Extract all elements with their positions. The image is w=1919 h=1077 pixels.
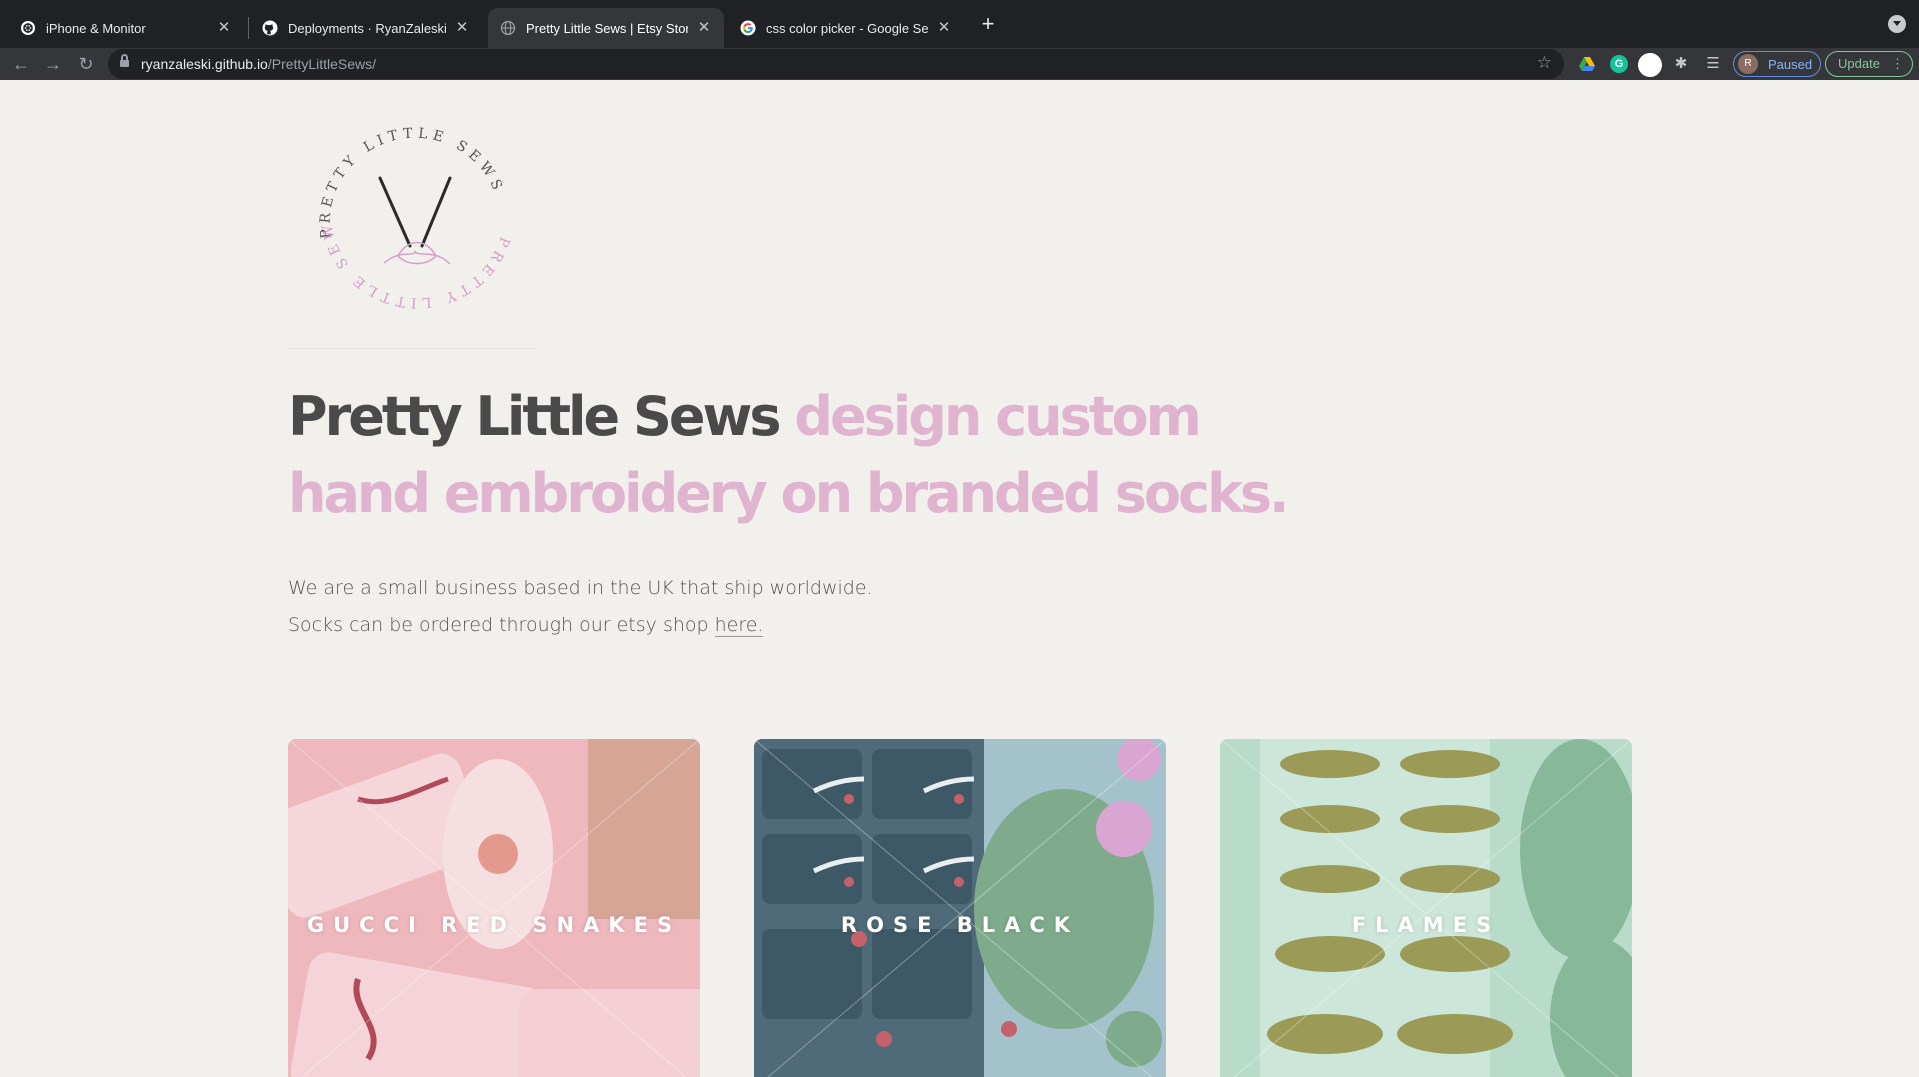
product-card-rose-black[interactable]: ROSE BLACK — [754, 739, 1166, 1077]
product-card-gucci-red-snakes[interactable]: GUCCI RED SNAKES — [288, 739, 700, 1077]
close-icon[interactable]: ✕ — [696, 20, 712, 36]
close-icon[interactable]: ✕ — [216, 20, 232, 36]
more-menu-icon[interactable]: ⋮ — [1891, 52, 1904, 76]
svg-text:PRETTY LITTLE SEWS: PRETTY LITTLE SEWS — [317, 125, 507, 239]
address-bar[interactable]: ryanzaleski.github.io/PrettyLittleSews/ … — [108, 49, 1564, 79]
chatgpt-icon — [20, 20, 36, 36]
intro-text: We are a small business based in the UK … — [288, 570, 1188, 644]
extension-circle-icon[interactable] — [1638, 53, 1662, 77]
knitting-needle-right — [420, 176, 452, 248]
tab-css-color-picker[interactable]: css color picker - Google Search ✕ — [728, 8, 964, 48]
extensions-puzzle-icon[interactable]: ✱ — [1672, 55, 1690, 73]
divider — [288, 348, 538, 349]
globe-icon — [500, 20, 516, 36]
url-text[interactable]: ryanzaleski.github.io/PrettyLittleSews/ — [141, 56, 376, 72]
tab-title: Deployments · RyanZaleski/PrettyLittleSe… — [288, 20, 446, 36]
product-card-flames[interactable]: FLAMES — [1220, 739, 1632, 1077]
lock-icon — [120, 54, 129, 69]
profile-button[interactable]: R Paused — [1733, 51, 1821, 77]
brand-logo: PRETTY LITTLE SEWS PRETTY LITTLE SEWS — [291, 96, 532, 342]
tab-separator — [248, 17, 249, 39]
thread-curve — [383, 250, 451, 265]
logo-text-top: PRETTY LITTLE SEWS — [317, 125, 502, 239]
intro-line-2-text: Socks can be ordered through our etsy sh… — [288, 614, 715, 636]
profile-status: Paused — [1768, 56, 1813, 72]
tab-deployments[interactable]: Deployments · RyanZaleski/PrettyLittleSe… — [250, 8, 482, 48]
sock-photo-image — [288, 739, 700, 1077]
browser-tab-strip: iPhone & Monitor ✕ Deployments · RyanZal… — [0, 0, 1919, 48]
github-icon — [262, 20, 278, 36]
back-icon[interactable]: ← — [9, 52, 33, 76]
card-title: GUCCI RED SNAKES — [306, 913, 682, 937]
close-icon[interactable]: ✕ — [936, 20, 952, 36]
tab-title: css color picker - Google Search — [766, 20, 928, 36]
etsy-shop-link[interactable]: here. — [714, 614, 764, 637]
web-page: PRETTY LITTLE SEWS PRETTY LITTLE SEWS Pr… — [0, 80, 1919, 1077]
tab-title: iPhone & Monitor — [46, 20, 146, 36]
tab-pretty-little-sews[interactable]: Pretty Little Sews | Etsy Store ✕ — [488, 8, 724, 48]
knitting-needle-left — [378, 176, 412, 248]
sock-photo-image — [1220, 739, 1632, 1077]
forward-icon[interactable]: → — [41, 52, 65, 76]
url-path: /PrettyLittleSews/ — [267, 56, 377, 72]
update-button[interactable]: Update ⋮ — [1825, 51, 1913, 77]
page-headline: Pretty Little Sews design custom hand em… — [288, 378, 1290, 532]
new-tab-button[interactable]: + — [976, 12, 1000, 36]
intro-line-2: Socks can be ordered through our etsy sh… — [288, 607, 1188, 644]
reading-list-icon[interactable]: ☰ — [1704, 55, 1722, 73]
card-title: ROSE BLACK — [840, 913, 1080, 937]
tab-search-icon[interactable] — [1888, 15, 1906, 33]
headline-brand: Pretty Little Sews — [288, 385, 781, 448]
close-icon[interactable]: ✕ — [454, 20, 470, 36]
tab-iphone-monitor[interactable]: iPhone & Monitor ✕ — [8, 8, 244, 48]
bookmark-star-icon[interactable]: ☆ — [1537, 53, 1552, 73]
grammarly-icon[interactable]: G — [1610, 55, 1628, 73]
google-drive-icon[interactable] — [1578, 55, 1596, 73]
url-host: ryanzaleski.github.io — [141, 56, 268, 72]
reload-icon[interactable]: ↻ — [74, 52, 98, 76]
tab-title: Pretty Little Sews | Etsy Store — [526, 20, 688, 36]
google-icon — [740, 20, 756, 36]
sock-photo-image — [754, 739, 1166, 1077]
intro-line-1: We are a small business based in the UK … — [288, 577, 873, 599]
update-label: Update — [1838, 56, 1880, 71]
card-title: FLAMES — [1351, 913, 1501, 937]
browser-toolbar: ← → ↻ ryanzaleski.github.io/PrettyLittle… — [0, 48, 1919, 80]
avatar: R — [1738, 54, 1758, 74]
